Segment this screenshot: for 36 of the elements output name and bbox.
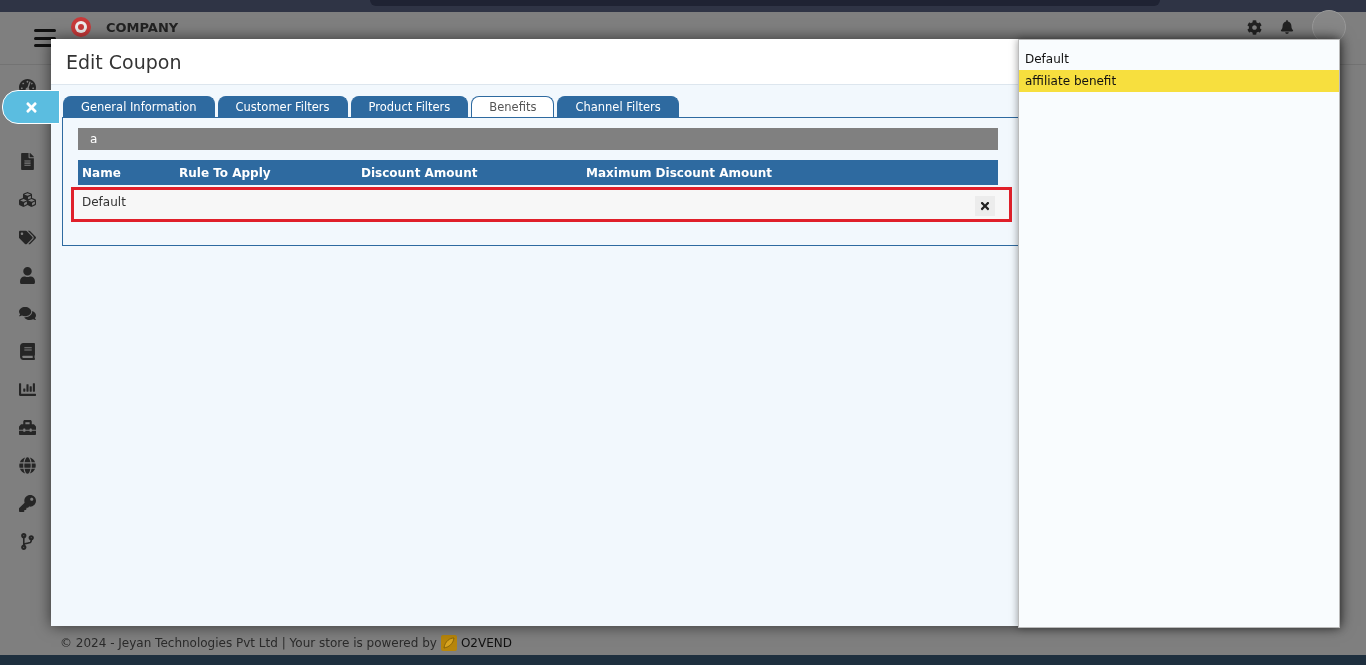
brand-name: COMPANY xyxy=(106,19,179,35)
tab[interactable]: Product Filters xyxy=(350,96,469,117)
logo-icon xyxy=(70,16,92,38)
bell-icon[interactable] xyxy=(1280,20,1294,34)
column-header: Rule To Apply xyxy=(178,165,272,180)
toolbox-icon[interactable] xyxy=(18,419,36,436)
table-row[interactable]: Default xyxy=(71,187,1012,222)
tab[interactable]: General Information xyxy=(63,96,215,117)
column-header: Name xyxy=(81,165,122,180)
delete-button[interactable] xyxy=(975,196,995,216)
book-icon[interactable] xyxy=(18,343,36,360)
tags-icon[interactable] xyxy=(18,229,36,246)
powered-by-brand: O2VEND xyxy=(460,636,512,650)
settings-icon[interactable] xyxy=(1247,19,1262,35)
close-icon xyxy=(979,200,991,212)
dropdown-option[interactable]: Default xyxy=(1019,48,1339,70)
search-field[interactable]: a xyxy=(78,128,998,150)
globe-icon[interactable] xyxy=(18,457,36,474)
leaf-icon xyxy=(440,635,457,651)
user-icon[interactable] xyxy=(18,267,36,284)
close-tab[interactable] xyxy=(2,90,60,124)
boxes-icon[interactable] xyxy=(18,191,36,208)
chat-icon[interactable] xyxy=(18,305,36,322)
chart-icon[interactable] xyxy=(18,381,36,398)
table-cell: Default xyxy=(82,195,126,209)
dialog-title: Edit Coupon xyxy=(66,50,182,73)
dropdown-option[interactable]: affiliate benefit xyxy=(1019,70,1339,92)
tab[interactable]: Customer Filters xyxy=(217,96,348,117)
key-icon[interactable] xyxy=(18,495,36,512)
column-header: Maximum Discount Amount xyxy=(585,165,774,180)
tab[interactable]: Channel Filters xyxy=(557,96,679,117)
tab[interactable]: Benefits xyxy=(471,96,555,117)
branch-icon[interactable] xyxy=(18,533,36,550)
document-icon[interactable] xyxy=(18,153,36,170)
column-header: Discount Amount xyxy=(360,165,479,180)
copyright-text: © 2024 - Jeyan Technologies Pvt Ltd | Your store is powered by xyxy=(60,636,437,650)
